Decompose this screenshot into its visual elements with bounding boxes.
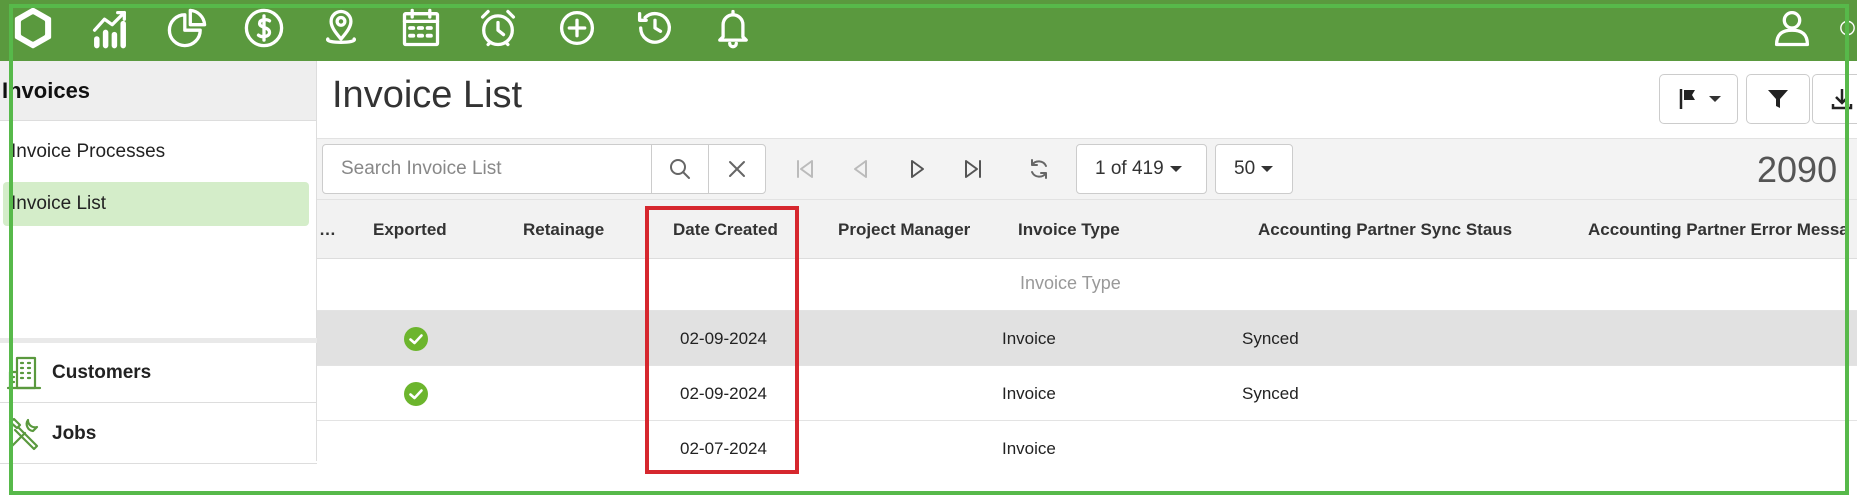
sidebar-item-invoice-list[interactable]: Invoice List xyxy=(3,182,309,226)
column-header-sync-status[interactable]: Accounting Partner Sync Staus xyxy=(1258,200,1512,259)
table-row[interactable]: 02-09-2024 Invoice Synced xyxy=(317,311,1857,366)
filter-icon xyxy=(1768,90,1788,108)
sidebar-section-title: Invoices xyxy=(0,61,316,121)
exported-cell xyxy=(404,366,428,421)
history-icon[interactable] xyxy=(631,4,679,52)
invoice-type-cell: Invoice xyxy=(1002,328,1056,348)
bell-icon[interactable] xyxy=(709,4,757,52)
sidebar-nav-customers[interactable]: Customers xyxy=(0,343,317,403)
date-created-cell: 02-09-2024 xyxy=(680,383,767,403)
chevron-down-icon xyxy=(1261,166,1274,172)
add-circle-icon[interactable] xyxy=(553,4,601,52)
sync-status-cell: Synced xyxy=(1242,383,1299,403)
column-header-truncated[interactable]: … xyxy=(319,200,336,259)
close-icon xyxy=(729,161,745,177)
column-header-retainage[interactable]: Retainage xyxy=(523,200,604,259)
refresh-icon[interactable] xyxy=(1022,152,1056,186)
column-header-invoice-type[interactable]: Invoice Type xyxy=(1018,200,1120,259)
page-size-dropdown[interactable]: 50 xyxy=(1215,144,1293,194)
invoice-type-cell: Invoice xyxy=(1002,383,1056,403)
first-page-icon[interactable] xyxy=(788,152,822,186)
location-pin-icon[interactable] xyxy=(317,4,365,52)
page-indicator: 1 of 419 xyxy=(1095,158,1164,179)
sidebar-nav-label: Customers xyxy=(52,361,152,383)
building-icon xyxy=(6,353,52,393)
search-input[interactable] xyxy=(322,144,652,194)
sidebar-nav-jobs[interactable]: Jobs xyxy=(0,404,317,464)
sidebar: Invoices Invoice Processes Invoice List … xyxy=(0,61,317,464)
sidebar-nav-label: Jobs xyxy=(52,422,97,444)
alarm-clock-icon[interactable] xyxy=(474,4,522,52)
table-row[interactable]: 02-07-2024 Invoice xyxy=(317,421,1857,465)
check-circle-icon xyxy=(404,326,428,351)
page-title: Invoice List xyxy=(332,74,523,116)
download-icon xyxy=(1831,89,1853,110)
last-page-icon[interactable] xyxy=(956,152,990,186)
grid-toolbar: 1 of 419 50 2090 xyxy=(317,138,1857,200)
exported-cell xyxy=(404,311,428,366)
tools-icon xyxy=(6,414,52,454)
total-record-count: 2090 xyxy=(1757,149,1838,190)
next-page-icon[interactable] xyxy=(900,152,934,186)
clear-search-button[interactable] xyxy=(708,144,766,194)
date-created-cell: 02-09-2024 xyxy=(680,328,767,348)
sync-status-cell: Synced xyxy=(1242,328,1299,348)
settings-icon[interactable] xyxy=(1836,4,1857,52)
search-button[interactable] xyxy=(651,144,709,194)
user-icon[interactable] xyxy=(1768,4,1816,52)
grid-column-header-row: … Exported Retainage Date Created Projec… xyxy=(317,200,1857,259)
app-root: Invoices Invoice Processes Invoice List … xyxy=(0,0,1857,501)
chevron-down-icon xyxy=(1169,166,1182,172)
column-header-date-created[interactable]: Date Created xyxy=(673,200,778,259)
invoice-type-cell: Invoice xyxy=(1002,438,1056,458)
download-button[interactable] xyxy=(1812,74,1857,124)
flag-icon xyxy=(1679,89,1695,109)
column-header-project-manager[interactable]: Project Manager xyxy=(838,200,970,259)
top-nav-bar xyxy=(0,0,1857,61)
grid-filter-row: Invoice Type xyxy=(317,259,1857,311)
previous-page-icon[interactable] xyxy=(844,152,878,186)
page-size-value: 50 xyxy=(1234,158,1256,179)
dollar-icon[interactable] xyxy=(240,4,288,52)
invoice-type-filter[interactable]: Invoice Type xyxy=(1020,273,1121,294)
analytics-icon[interactable] xyxy=(86,4,134,52)
calendar-icon[interactable] xyxy=(397,4,445,52)
column-header-exported[interactable]: Exported xyxy=(373,200,447,259)
table-row[interactable]: 02-09-2024 Invoice Synced xyxy=(317,366,1857,421)
check-circle-icon xyxy=(404,381,428,406)
sidebar-item-invoice-processes[interactable]: Invoice Processes xyxy=(3,130,309,174)
flag-dropdown-button[interactable] xyxy=(1659,74,1738,124)
page-indicator-dropdown[interactable]: 1 of 419 xyxy=(1076,144,1207,194)
pie-chart-icon[interactable] xyxy=(163,4,211,52)
chevron-down-icon xyxy=(1708,96,1721,102)
column-header-error-message[interactable]: Accounting Partner Error Messa xyxy=(1588,200,1849,259)
invoice-grid: … Exported Retainage Date Created Projec… xyxy=(317,200,1857,465)
search-icon xyxy=(670,159,690,179)
date-created-cell: 02-07-2024 xyxy=(680,438,767,458)
logo-hexagon-icon[interactable] xyxy=(9,4,57,52)
filter-button[interactable] xyxy=(1746,74,1810,124)
